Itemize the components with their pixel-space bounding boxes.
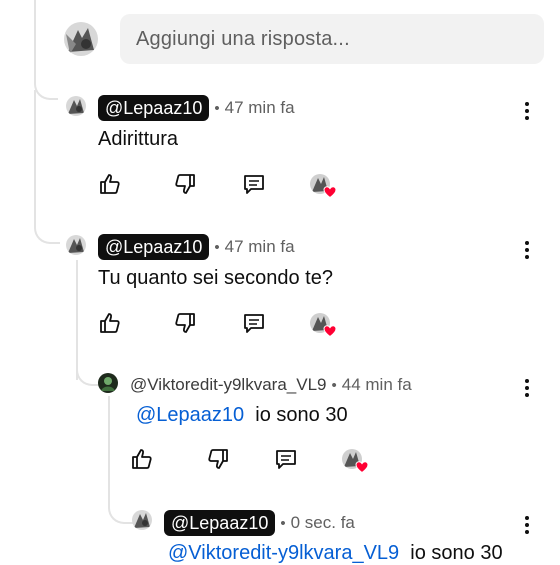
reply-comment-icon (276, 450, 296, 469)
thread-curve-2 (34, 200, 60, 244)
thumbs-down-icon (208, 449, 228, 469)
comment-4-body: io sono 30 (410, 542, 503, 564)
avatar-image-icon (64, 22, 98, 56)
reply-input[interactable]: Aggiungi una risposta... (120, 14, 544, 64)
meta-separator: • (214, 238, 220, 256)
comment-4-text: @Viktoredit-y9lkvara_VL9 io sono 30 (168, 542, 503, 565)
comment-2-dislike-button[interactable] (171, 309, 199, 337)
creator-heart-icon (355, 461, 369, 474)
avatar-image-icon (66, 96, 86, 116)
comment-2-like-button[interactable] (96, 309, 124, 337)
comment-3-text: @Lepaaz10 io sono 30 (136, 404, 348, 427)
comment-2-reply-button[interactable] (240, 309, 268, 337)
comment-4-more-icon[interactable] (523, 516, 531, 538)
comment-1-more-icon[interactable] (523, 102, 531, 124)
comment-4-author-chip[interactable]: @Lepaaz10 (164, 510, 276, 536)
comment-3-more-icon[interactable] (523, 379, 531, 401)
avatar-image-icon (98, 373, 118, 393)
thread-curve-3 (76, 360, 100, 386)
comment-2-text: Tu quanto sei secondo te? (98, 267, 333, 289)
thumbs-up-icon (100, 313, 120, 333)
reply-input-placeholder: Aggiungi una risposta... (136, 27, 350, 50)
comment-1-like-button[interactable] (96, 170, 124, 198)
current-user-avatar (64, 22, 98, 56)
comment-3-like-button[interactable] (128, 445, 156, 473)
avatar-image-icon (66, 235, 86, 255)
comment-2-meta: @Lepaaz10 • 47 min fa (98, 234, 295, 260)
comment-3-dislike-button[interactable] (204, 445, 232, 473)
thumbs-down-icon (175, 313, 195, 333)
meta-separator: • (280, 514, 286, 532)
comment-1-dislike-button[interactable] (171, 170, 199, 198)
comment-2-avatar[interactable] (66, 235, 86, 255)
thumbs-up-icon (132, 449, 152, 469)
comment-2-author-chip[interactable]: @Lepaaz10 (98, 234, 210, 260)
reply-comment-icon (244, 314, 264, 333)
comment-1-timestamp[interactable]: 47 min fa (225, 98, 295, 118)
meta-separator: • (214, 99, 220, 117)
comment-4-timestamp[interactable]: 0 sec. fa (291, 513, 355, 533)
comment-3-avatar[interactable] (98, 373, 118, 393)
comment-3-body: io sono 30 (255, 404, 348, 426)
comment-3-timestamp[interactable]: 44 min fa (342, 375, 412, 395)
comment-3-author[interactable]: @Viktoredit-y9lkvara_VL9 (130, 375, 326, 395)
comment-1-reply-button[interactable] (240, 170, 268, 198)
avatar-image-icon (132, 510, 152, 530)
comment-1-meta: @Lepaaz10 • 47 min fa (98, 95, 295, 121)
thread-curve-4 (108, 490, 134, 524)
creator-heart-icon (323, 325, 337, 338)
creator-heart-icon (323, 186, 337, 199)
thumbs-up-icon (100, 174, 120, 194)
comment-2-more-icon[interactable] (523, 241, 531, 263)
comment-3-meta: @Viktoredit-y9lkvara_VL9 • 44 min fa (130, 375, 412, 395)
comment-1-text: Adirittura (98, 128, 179, 150)
comment-4-meta: @Lepaaz10 • 0 sec. fa (164, 510, 355, 536)
comment-4-avatar[interactable] (132, 510, 152, 530)
comment-1-avatar[interactable] (66, 96, 86, 116)
meta-separator: • (331, 376, 337, 394)
comment-1-author-chip[interactable]: @Lepaaz10 (98, 95, 210, 121)
thumbs-down-icon (175, 174, 195, 194)
comment-2-timestamp[interactable]: 47 min fa (225, 237, 295, 257)
comment-3-mention-link[interactable]: @Lepaaz10 (136, 404, 244, 426)
reply-comment-icon (244, 175, 264, 194)
comment-4-mention-link[interactable]: @Viktoredit-y9lkvara_VL9 (168, 542, 399, 564)
comment-3-reply-button[interactable] (272, 445, 300, 473)
thread-curve-input (34, 40, 58, 100)
